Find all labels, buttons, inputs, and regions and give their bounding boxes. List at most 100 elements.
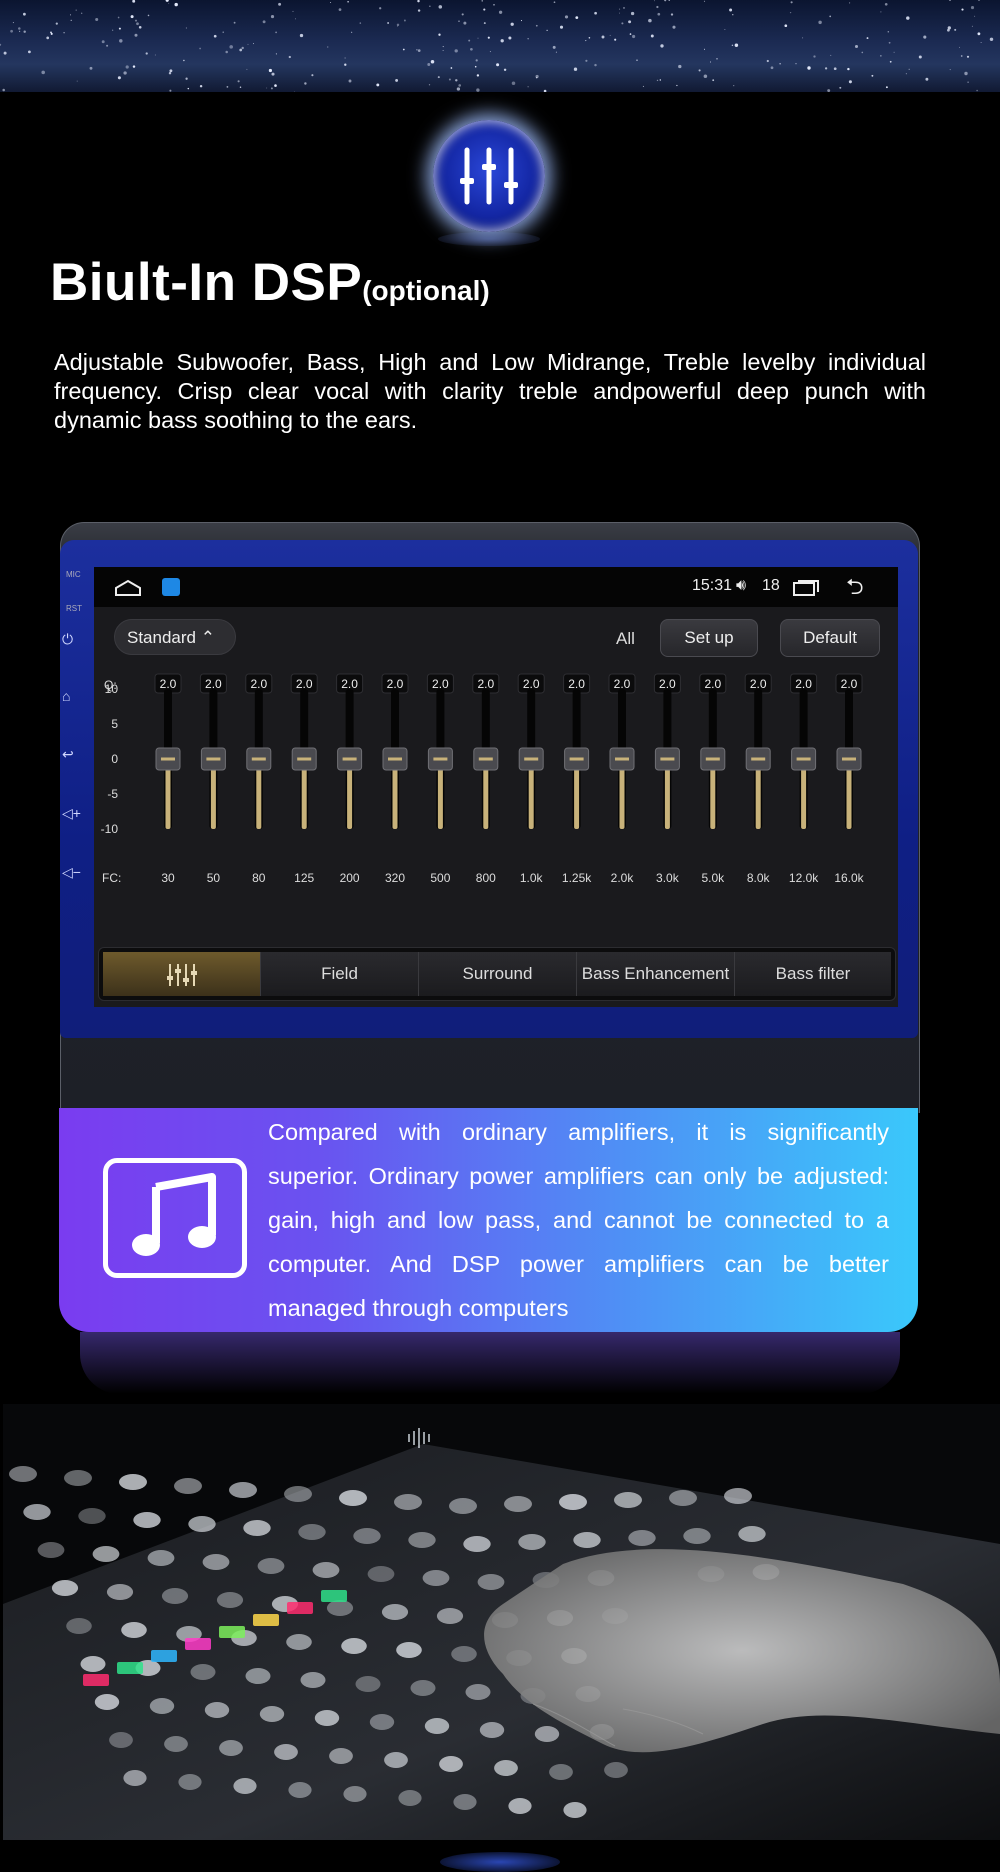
tab-bass-enhancement[interactable]: Bass Enhancement [577, 952, 735, 996]
star [888, 41, 891, 44]
power-icon[interactable]: ⏻ [62, 631, 78, 647]
preset-dropdown[interactable]: Standard ⌃ [114, 619, 236, 655]
volume-down-icon[interactable]: ◁− [62, 864, 81, 880]
mixer-knob [174, 1478, 202, 1494]
star [117, 16, 120, 19]
star [2, 88, 5, 92]
star [427, 63, 431, 66]
star [270, 87, 273, 90]
star [833, 67, 837, 71]
star [359, 22, 362, 24]
eq-band-12.0k[interactable]: 2.0 12.0k [789, 673, 819, 885]
mixer-knob [534, 1726, 560, 1742]
star [829, 15, 832, 18]
star [511, 81, 516, 85]
mixer-knob [259, 1706, 285, 1722]
mixer-knob [161, 1588, 189, 1604]
star [288, 55, 291, 59]
eq-band-16.0k[interactable]: 2.0 16.0k [834, 673, 865, 885]
star [229, 45, 233, 49]
mixer-knob [341, 1638, 367, 1654]
mixer-knob [355, 1676, 381, 1692]
all-label[interactable]: All [616, 629, 635, 649]
star [733, 85, 735, 87]
mixer-knob [123, 1770, 147, 1786]
mixer-knob [329, 1748, 353, 1764]
eq-band-1.0k[interactable]: 2.0 1.0k [517, 673, 545, 885]
star [923, 35, 927, 39]
volume-up-icon[interactable]: ◁+ [62, 805, 81, 821]
star [119, 39, 123, 43]
star [117, 76, 121, 80]
app-icon[interactable] [162, 578, 180, 596]
mixer-knob [178, 1774, 202, 1790]
slider-thumb-mark [524, 757, 539, 761]
eq-band-30[interactable]: 2.0 30 [154, 673, 182, 885]
tab-equalizer[interactable] [103, 952, 261, 996]
star [396, 23, 400, 27]
home-icon[interactable] [114, 577, 142, 599]
mixer-knob [408, 1532, 436, 1548]
star [656, 79, 659, 82]
star [960, 55, 963, 57]
mixer-knob [64, 1470, 92, 1486]
mixer-knob [479, 1722, 505, 1738]
star [790, 1, 793, 4]
star [925, 77, 929, 81]
tab-field[interactable]: Field [261, 952, 419, 996]
gain-tick-label: 5 [111, 717, 118, 731]
star [12, 22, 14, 24]
star [474, 65, 477, 68]
eq-band-80[interactable]: 2.0 80 [245, 673, 273, 885]
star [964, 71, 968, 76]
star [463, 21, 467, 25]
default-button[interactable]: Default [780, 619, 880, 657]
star [475, 59, 478, 62]
star [428, 84, 431, 86]
eq-band-8.0k[interactable]: 2.0 8.0k [744, 673, 772, 885]
eq-band-50[interactable]: 2.0 50 [199, 673, 227, 885]
eq-band-800[interactable]: 2.0 800 [472, 673, 500, 885]
star [199, 84, 203, 88]
multiwindow-icon[interactable] [792, 579, 820, 597]
star [854, 44, 859, 49]
eq-band-125[interactable]: 2.0 125 [290, 673, 318, 885]
star [483, 22, 486, 25]
eq-band-3.0k[interactable]: 2.0 3.0k [653, 673, 681, 885]
star [23, 12, 26, 16]
star [668, 0, 670, 1]
mixer-knob [286, 1634, 312, 1650]
eq-band-5.0k[interactable]: 2.0 5.0k [699, 673, 727, 885]
mixer-knob [326, 1600, 354, 1616]
back-icon[interactable]: ↩ [62, 746, 78, 762]
dsp-screen: 15:31 🔊︎ 18 ⮌ Standard ⌃ All Set up Defa… [94, 567, 898, 1007]
star [966, 55, 970, 58]
star [483, 8, 486, 11]
star [450, 67, 453, 69]
setup-button[interactable]: Set up [660, 619, 758, 657]
mixer-knob [453, 1794, 477, 1810]
eq-band-200[interactable]: 2.0 200 [336, 673, 364, 885]
star [712, 79, 715, 82]
eq-band-1.25k[interactable]: 2.0 1.25k [562, 673, 592, 885]
fc-value: 1.25k [562, 871, 592, 885]
eq-band-500[interactable]: 2.0 500 [426, 673, 454, 885]
mixer-pad [83, 1674, 109, 1686]
star [50, 31, 52, 34]
eq-band-320[interactable]: 2.0 320 [381, 673, 409, 885]
star [304, 82, 307, 85]
gain-tick-label: 10 [105, 682, 119, 696]
tab-bass-filter[interactable]: Bass filter [735, 952, 891, 996]
mixer-knob [396, 1642, 422, 1658]
tab-surround[interactable]: Surround [419, 952, 577, 996]
q-value: 2.0 [296, 677, 313, 691]
star [849, 2, 851, 4]
mixer-knob [381, 1604, 409, 1620]
star [28, 50, 31, 54]
star [417, 49, 421, 52]
return-icon[interactable]: ⮌ [846, 576, 864, 598]
home-icon[interactable]: ⌂ [62, 688, 78, 704]
star [416, 49, 418, 51]
star [716, 58, 718, 60]
eq-band-2.0k[interactable]: 2.0 2.0k [608, 673, 636, 885]
